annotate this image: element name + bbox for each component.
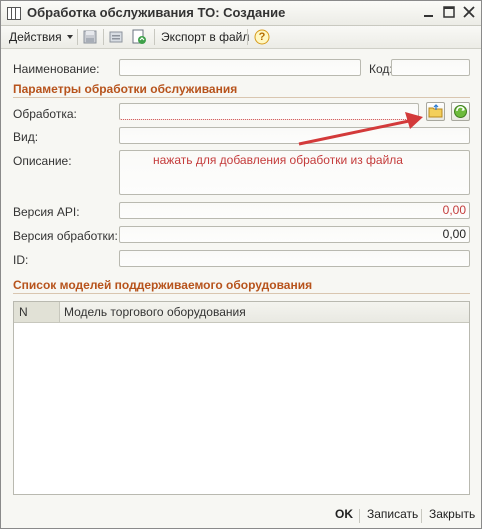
api-version-label: Версия API: — [13, 205, 80, 219]
description-label: Описание: — [13, 154, 72, 168]
annotation-text: нажать для добавления обработки из файла — [153, 153, 403, 167]
title-bar[interactable]: Обработка обслуживания ТО: Создание — [1, 1, 481, 26]
column-header-n[interactable]: N — [19, 302, 28, 322]
actions-label: Действия — [9, 30, 62, 44]
processing-version-field[interactable]: 0,00 — [119, 226, 470, 243]
close-icon[interactable] — [461, 4, 477, 20]
section-divider — [13, 293, 470, 294]
help-icon[interactable]: ? — [254, 29, 270, 45]
export-button[interactable]: Экспорт в файл — [161, 29, 249, 45]
table-icon — [7, 7, 21, 20]
dialog-window: Обработка обслуживания ТО: Создание Дейс… — [0, 0, 482, 529]
name-label: Наименование: — [13, 62, 100, 76]
code-field[interactable] — [391, 59, 470, 76]
toolbar-separator — [77, 29, 78, 45]
bottom-bar: OK Записать Закрыть — [1, 504, 481, 528]
column-header-model[interactable]: Модель торгового оборудования — [64, 302, 246, 322]
refresh-document-icon[interactable] — [131, 29, 147, 45]
name-field[interactable] — [119, 59, 361, 76]
params-section-title: Параметры обработки обслуживания — [13, 82, 238, 96]
id-field[interactable] — [119, 250, 470, 267]
table-header: N Модель торгового оборудования — [14, 302, 469, 323]
copy-icon[interactable] — [108, 29, 124, 45]
api-version-field[interactable]: 0,00 — [119, 202, 470, 219]
id-label: ID: — [13, 253, 29, 267]
save-button[interactable]: Записать — [367, 507, 418, 521]
column-divider — [59, 302, 60, 322]
toolbar: Действия Экспорт в файл ? — [1, 26, 481, 49]
section-divider — [13, 97, 470, 98]
help-symbol: ? — [258, 31, 266, 43]
maximize-icon[interactable] — [441, 4, 457, 20]
processing-version-label: Версия обработки: — [13, 229, 118, 243]
annotation-arrow — [298, 112, 423, 146]
button-separator — [359, 509, 360, 523]
toolbar-separator — [154, 29, 155, 45]
toolbar-separator — [103, 29, 104, 45]
dropdown-arrow-icon — [66, 35, 73, 39]
minimize-icon[interactable] — [421, 4, 437, 20]
green-refresh-icon — [454, 105, 467, 118]
models-table[interactable]: N Модель торгового оборудования — [13, 301, 470, 495]
save-disk-icon[interactable] — [82, 29, 98, 45]
window-title: Обработка обслуживания ТО: Создание — [27, 5, 286, 20]
kind-label: Вид: — [13, 130, 39, 144]
close-button[interactable]: Закрыть — [429, 507, 475, 521]
processing-label: Обработка: — [13, 107, 77, 121]
actions-menu-button[interactable]: Действия — [9, 29, 75, 45]
button-separator — [421, 509, 422, 523]
code-label: Код: — [369, 62, 393, 76]
ok-button[interactable]: OK — [335, 507, 353, 521]
reload-processing-button[interactable] — [451, 102, 470, 121]
models-section-title: Список моделей поддерживаемого оборудова… — [13, 278, 313, 292]
toolbar-separator — [247, 29, 248, 45]
